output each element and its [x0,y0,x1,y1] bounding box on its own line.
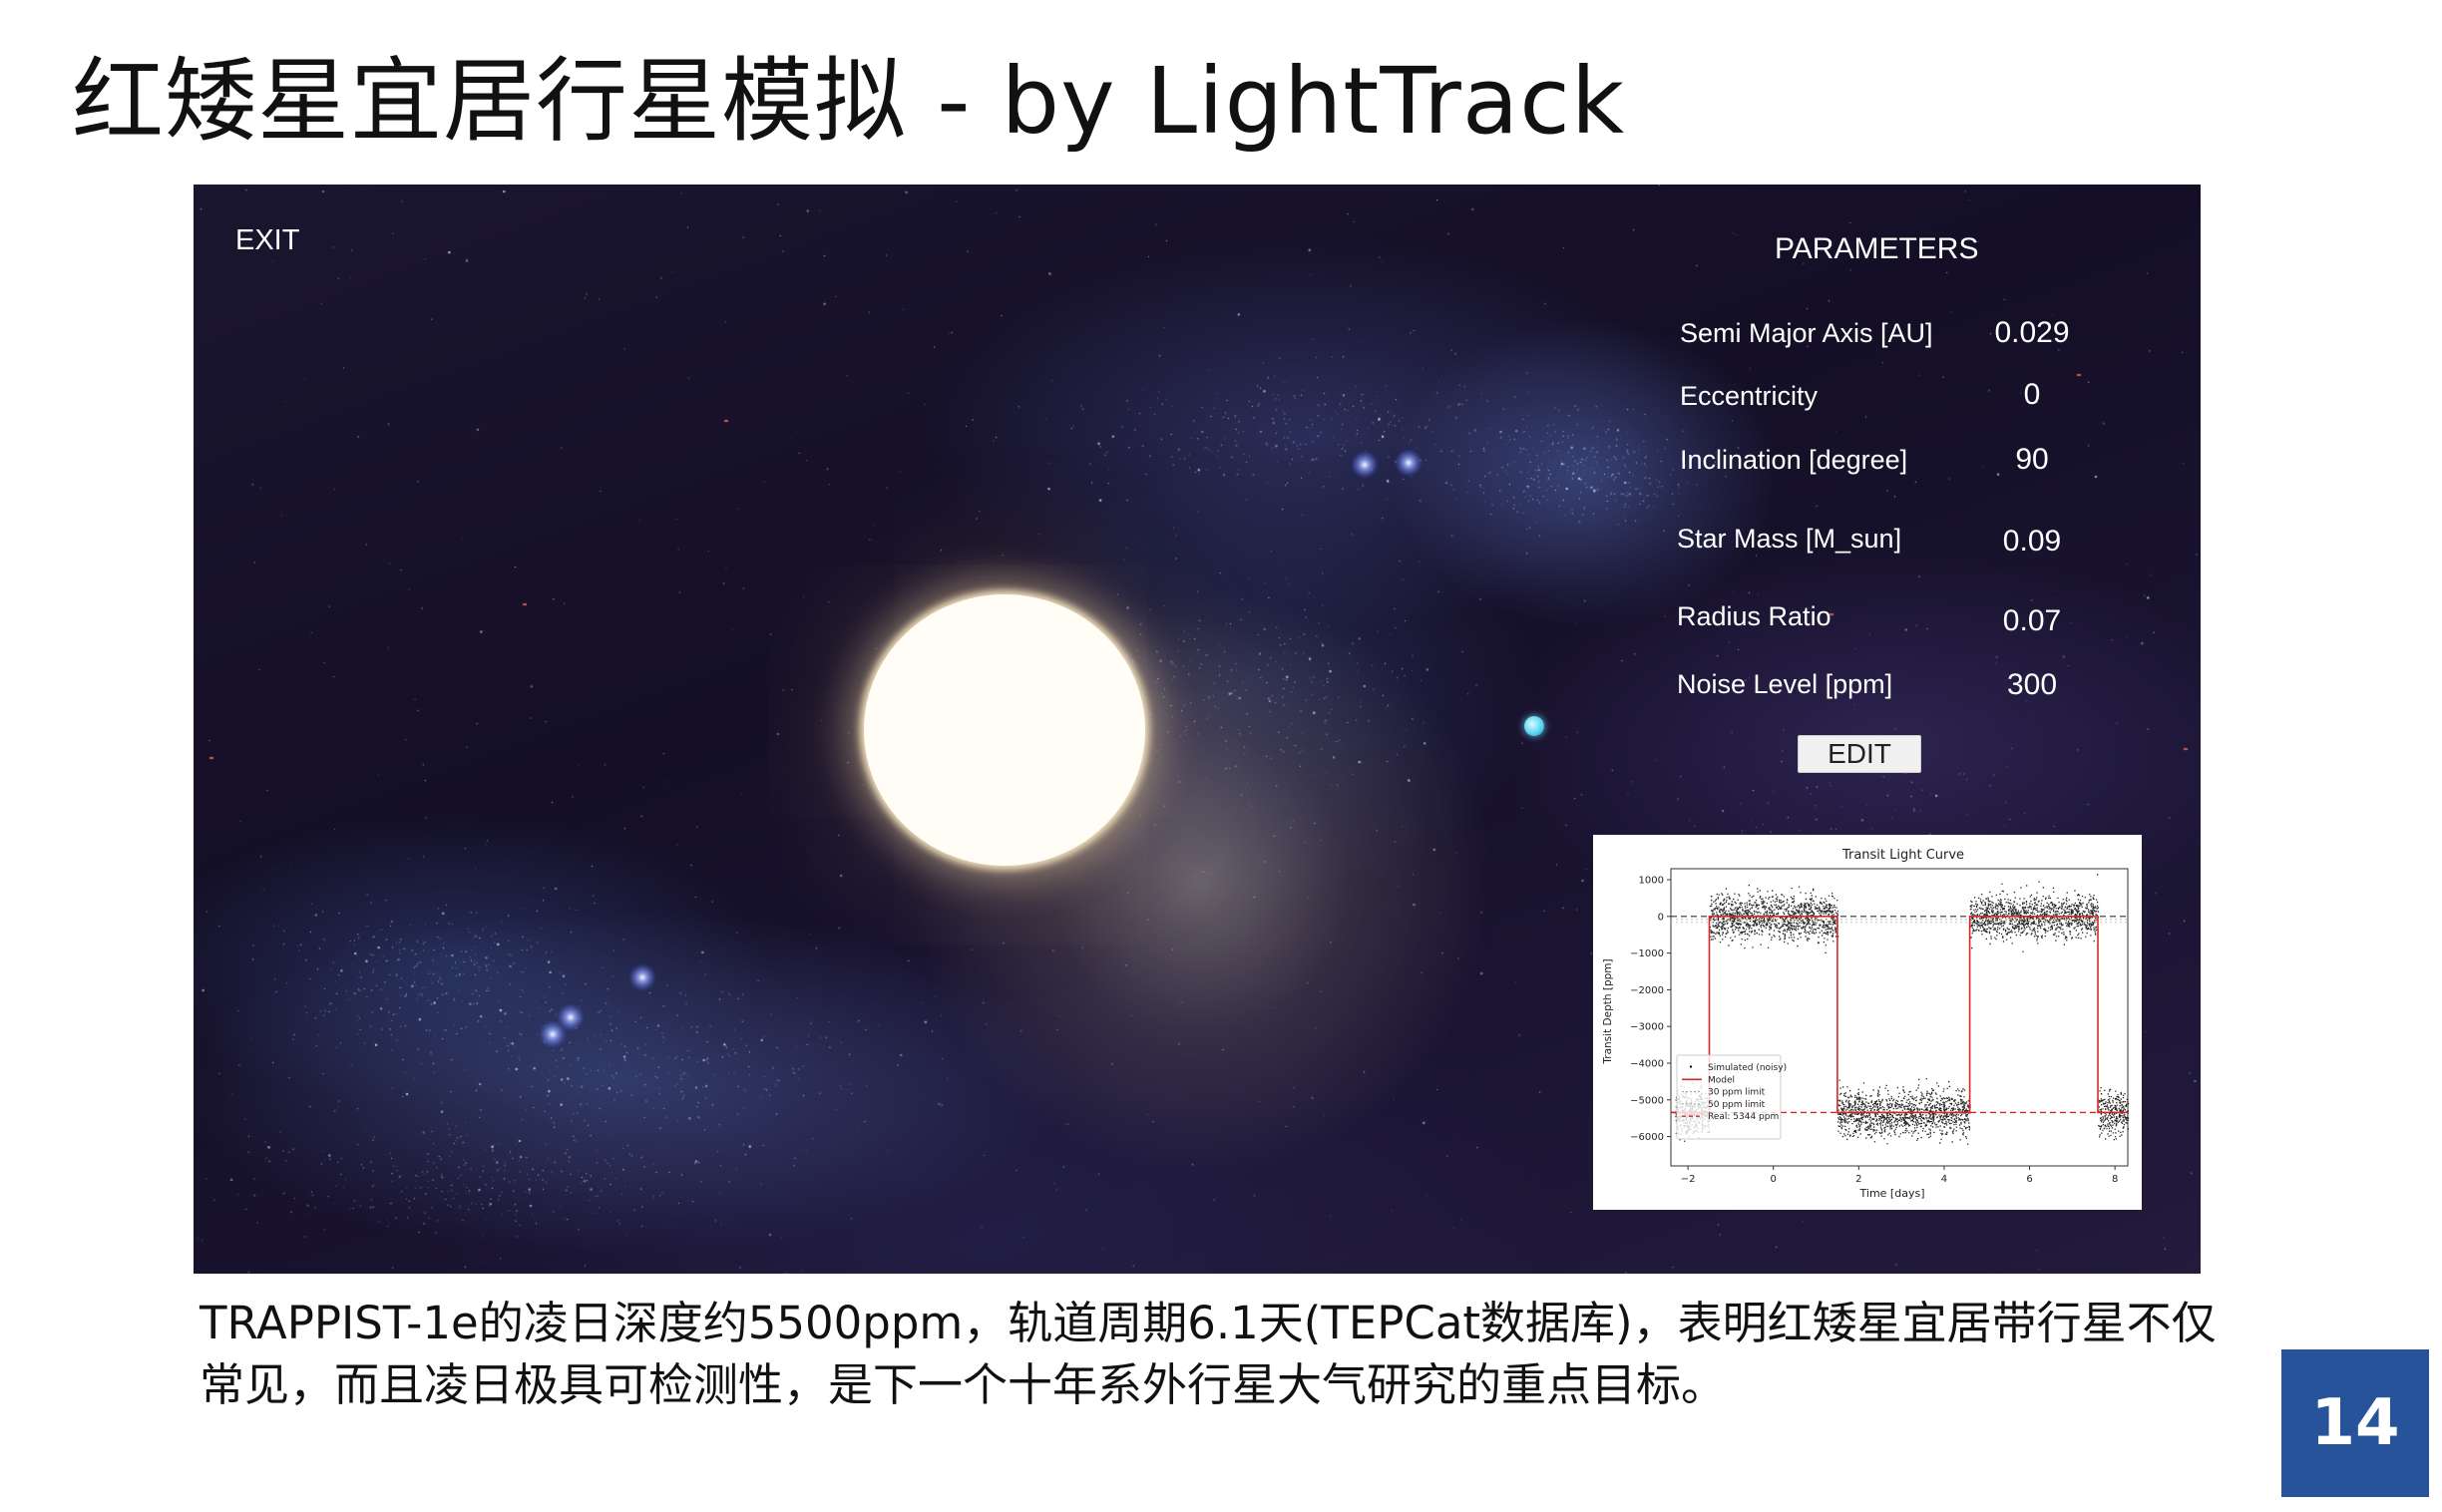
chart-svg: Transit Light Curve −2 0 2 4 6 8 1000 0 −1000 −20… [1602,848,2130,1200]
x-tick-label: 0 [1771,1174,1777,1185]
legend-label: Real: 5344 ppm [1708,1112,1779,1122]
x-tick-label: 6 [2026,1174,2032,1185]
y-tick-label: −1000 [1630,948,1664,959]
transit-light-curve-chart: Transit Light Curve −2 0 2 4 6 8 1000 0 −1000 −20… [1593,835,2142,1210]
x-tick-label: −2 [1681,1174,1696,1185]
y-axis-label: Transit Depth [ppm] [1602,958,1614,1064]
y-tick-label: −6000 [1630,1132,1664,1143]
slide-caption: TRAPPIST-1e的凌日深度约5500ppm，轨道周期6.1天(TEPCat… [200,1297,2217,1411]
page-number-badge: 14 [2281,1349,2429,1497]
legend-label: 30 ppm limit [1708,1088,1766,1098]
exit-button[interactable]: EXIT [235,224,299,257]
slide-title: 红矮星宜居行星模拟 - by LightTrack [72,48,1626,155]
simulation-window[interactable]: EXIT PARAMETERS Semi Major Axis [AU] 0.0… [194,185,2201,1274]
chart-title: Transit Light Curve [1841,848,1964,863]
planet [1524,716,1544,736]
red-dwarf-star [864,594,1145,866]
y-tick-label: −3000 [1630,1022,1664,1033]
x-axis-label: Time [days] [1859,1187,1925,1200]
legend-label: Simulated (noisy) [1708,1063,1787,1073]
x-tick-label: 4 [1941,1174,1947,1185]
legend-marker-scatter [1690,1065,1692,1068]
y-tick-label: −2000 [1630,985,1664,996]
edit-button[interactable]: EDIT [1798,735,1921,773]
x-tick-label: 2 [1855,1174,1861,1185]
y-tick-label: −4000 [1630,1058,1664,1069]
y-tick-label: −5000 [1630,1095,1664,1106]
legend-label: 50 ppm limit [1708,1100,1766,1110]
y-tick-label: 1000 [1639,876,1664,887]
legend-label: Model [1708,1075,1735,1085]
x-tick-label: 8 [2112,1174,2118,1185]
plot-area: −2 0 2 4 6 8 1000 0 −1000 −2000 −3000 −4000 −5000 −60… [1630,868,2130,1185]
y-tick-label: 0 [1658,912,1664,923]
